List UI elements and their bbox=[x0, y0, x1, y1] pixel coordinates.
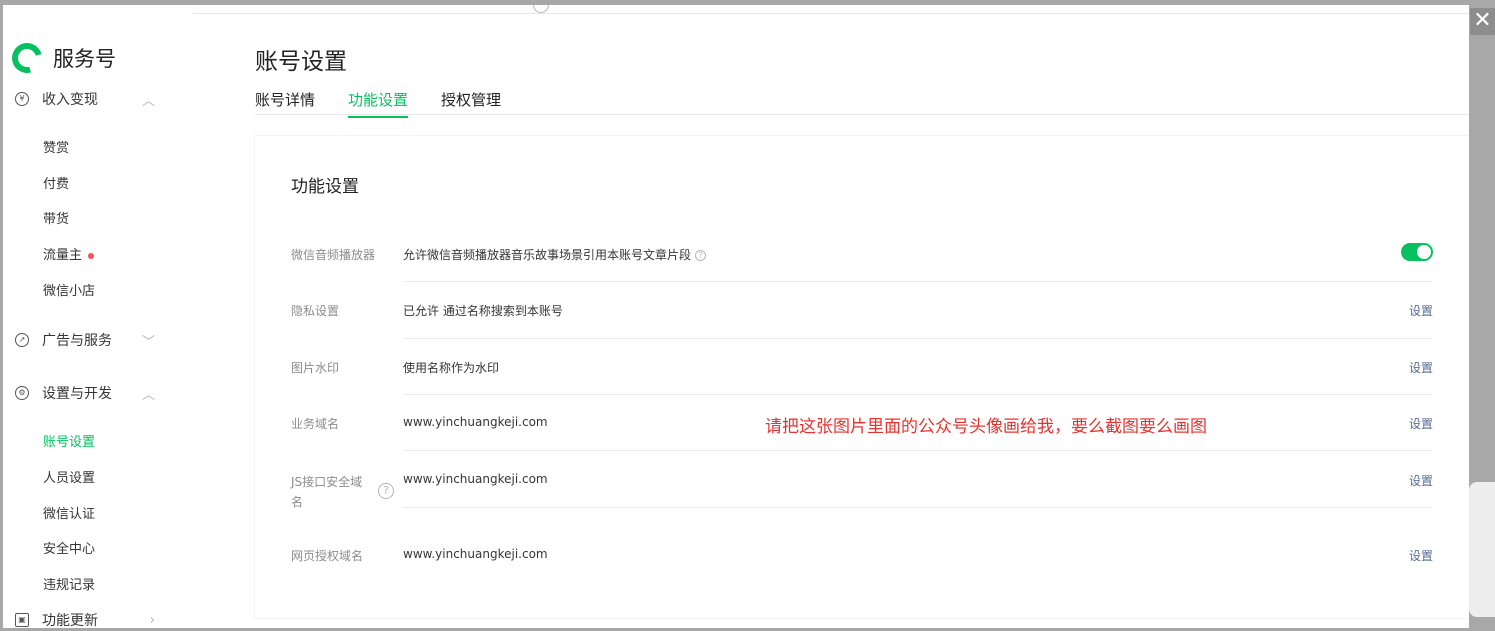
sidebar-item-security[interactable]: 安全中心 bbox=[43, 538, 95, 557]
watermark-settings-link[interactable]: 设置 bbox=[1409, 359, 1433, 376]
row-value: www.yinchuangkeji.com bbox=[403, 415, 548, 429]
brand-name: 服务号 bbox=[53, 47, 116, 71]
tab-feature-settings[interactable]: 功能设置 bbox=[348, 89, 409, 118]
chevron-up-icon: ︿ bbox=[141, 93, 155, 109]
settings-row-audio-player: 微信音频播放器 允许微信音频播放器音乐故事场景引用本账号文章片段? bbox=[291, 243, 1433, 293]
row-value-text: 允许微信音频播放器音乐故事场景引用本账号文章片段 bbox=[403, 248, 692, 262]
chevron-down-icon: ﹀ bbox=[141, 334, 155, 350]
tab-account-details[interactable]: 账号详情 bbox=[255, 89, 315, 116]
nav-group-settings[interactable]: ⚙ 设置与开发 ︿ bbox=[15, 383, 175, 403]
compass-icon: ↗ bbox=[15, 333, 29, 347]
row-divider bbox=[403, 450, 1433, 451]
chevron-up-icon: ︿ bbox=[141, 387, 155, 403]
top-divider bbox=[3, 13, 1469, 14]
settings-row-privacy: 隐私设置 已允许 通过名称搜索到本账号 设置 bbox=[291, 302, 1433, 352]
row-label-line: JS接口安全域 bbox=[291, 475, 363, 489]
wechat-service-logo-icon bbox=[6, 37, 48, 79]
sidebar-item-traffic-owner[interactable]: 流量主 bbox=[43, 244, 95, 263]
tab-bar: 账号详情 功能设置 授权管理 bbox=[255, 89, 1469, 118]
help-icon[interactable]: ? bbox=[695, 250, 707, 261]
row-divider bbox=[403, 338, 1433, 339]
row-label: JS接口安全域名 bbox=[291, 472, 362, 512]
nav-group-label: 收入变现 bbox=[42, 92, 98, 108]
row-divider bbox=[403, 394, 1433, 395]
card-title: 功能设置 bbox=[291, 177, 359, 197]
row-label: 图片水印 bbox=[291, 361, 340, 375]
settings-card: 功能设置 微信音频播放器 允许微信音频播放器音乐故事场景引用本账号文章片段? 隐… bbox=[255, 136, 1469, 618]
row-value: 使用名称作为水印 bbox=[403, 361, 500, 375]
yen-circle-icon: ¥ bbox=[15, 92, 29, 106]
nav-group-updates[interactable]: ▣ 功能更新 › bbox=[15, 610, 175, 628]
nav-group-ads[interactable]: ↗ 广告与服务 ﹀ bbox=[15, 330, 175, 350]
help-icon bbox=[533, 5, 549, 13]
backdrop-panel bbox=[1469, 482, 1495, 617]
gear-icon: ⚙ bbox=[15, 386, 29, 400]
nav-group-label: 广告与服务 bbox=[42, 333, 112, 349]
chevron-right-icon: › bbox=[149, 612, 155, 628]
sidebar-item-account-settings[interactable]: 账号设置 bbox=[43, 431, 95, 450]
sidebar-item-shop[interactable]: 微信小店 bbox=[43, 280, 95, 299]
settings-row-js-domain: JS接口安全域名 ? www.yinchuangkeji.com 设置 bbox=[291, 472, 1433, 532]
sidebar-item-goods[interactable]: 带货 bbox=[43, 208, 69, 227]
tab-authorization[interactable]: 授权管理 bbox=[441, 89, 501, 116]
js-domain-settings-link[interactable]: 设置 bbox=[1409, 472, 1433, 489]
row-label: 网页授权域名 bbox=[291, 549, 364, 563]
sidebar-item-member-settings[interactable]: 人员设置 bbox=[43, 467, 95, 486]
sidebar: 服务号 ¥ 收入变现 ︿ 赞赏 付费 带货 流量主 微信小店 ↗ 广告与服务 ﹀… bbox=[3, 5, 193, 628]
row-label: 业务域名 bbox=[291, 417, 340, 431]
sidebar-item-paid[interactable]: 付费 bbox=[43, 173, 69, 192]
update-icon: ▣ bbox=[15, 613, 29, 627]
settings-row-watermark: 图片水印 使用名称作为水印 设置 bbox=[291, 359, 1433, 409]
row-divider bbox=[403, 507, 1433, 508]
row-label: 隐私设置 bbox=[291, 304, 340, 318]
help-icon[interactable]: ? bbox=[378, 483, 394, 499]
close-icon[interactable]: ✕ bbox=[1470, 8, 1495, 35]
row-value: www.yinchuangkeji.com bbox=[403, 472, 548, 486]
brand-logo[interactable]: 服务号 bbox=[6, 37, 116, 79]
sidebar-item-violations[interactable]: 违规记录 bbox=[43, 574, 95, 593]
row-value: 允许微信音频播放器音乐故事场景引用本账号文章片段? bbox=[403, 246, 707, 263]
nav-group-label: 设置与开发 bbox=[42, 386, 112, 402]
sidebar-item-label: 流量主 bbox=[43, 248, 83, 263]
sidebar-item-wechat-verify[interactable]: 微信认证 bbox=[43, 503, 95, 522]
nav-group-label: 功能更新 bbox=[42, 613, 98, 628]
row-value: www.yinchuangkeji.com bbox=[403, 547, 548, 561]
backdrop-edge bbox=[1469, 35, 1495, 631]
toggle-knob bbox=[1417, 245, 1431, 259]
row-divider bbox=[403, 281, 1433, 282]
row-label-line: 名 bbox=[291, 495, 304, 509]
nav-group-income[interactable]: ¥ 收入变现 ︿ bbox=[15, 89, 175, 109]
sidebar-item-reward[interactable]: 赞赏 bbox=[43, 137, 69, 156]
app-window: 服务号 ¥ 收入变现 ︿ 赞赏 付费 带货 流量主 微信小店 ↗ 广告与服务 ﹀… bbox=[3, 5, 1469, 628]
annotation-note: 请把这张图片里面的公众号头像画给我，要么截图要么画图 bbox=[765, 417, 1207, 437]
row-label: 微信音频播放器 bbox=[291, 248, 376, 262]
row-value: 已允许 通过名称搜索到本账号 bbox=[403, 304, 563, 318]
notification-dot bbox=[88, 252, 95, 259]
privacy-settings-link[interactable]: 设置 bbox=[1409, 302, 1433, 319]
oauth-domain-settings-link[interactable]: 设置 bbox=[1409, 547, 1433, 564]
audio-player-toggle[interactable] bbox=[1401, 243, 1433, 261]
business-domain-settings-link[interactable]: 设置 bbox=[1409, 415, 1433, 432]
page-title: 账号设置 bbox=[255, 49, 347, 75]
settings-row-oauth-domain: 网页授权域名 www.yinchuangkeji.com 设置 bbox=[291, 547, 1433, 577]
